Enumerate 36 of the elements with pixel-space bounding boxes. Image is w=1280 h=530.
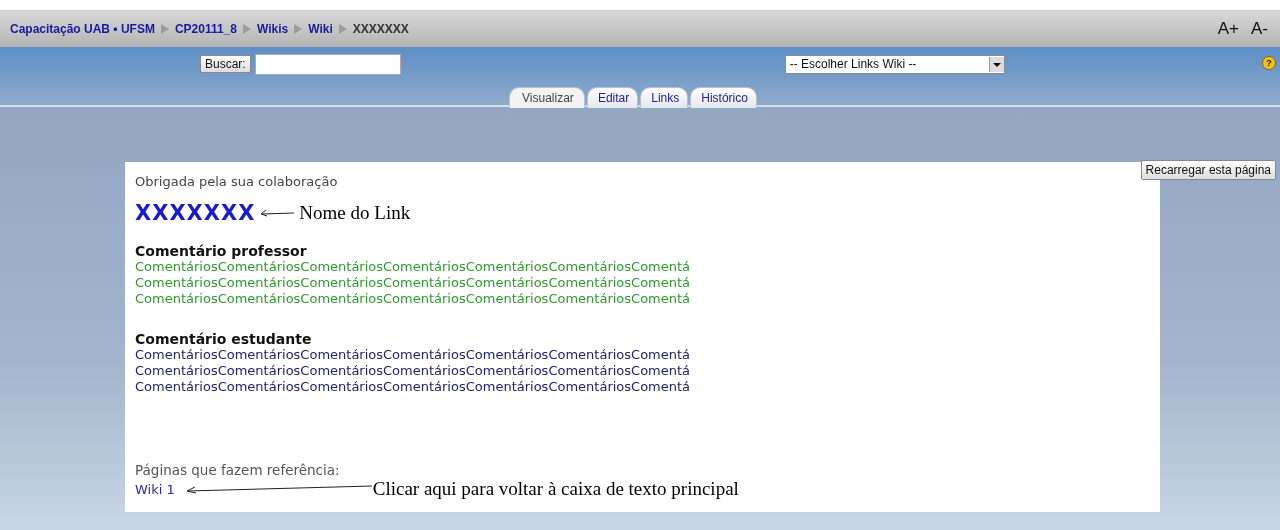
- separator-icon: [160, 24, 169, 34]
- annotation-text: Nome do Link: [299, 202, 411, 224]
- comment-text: ComentáriosComentáriosComentáriosComentáriosComentáriosComentáriosComentá: [135, 275, 692, 291]
- separator-icon: [338, 24, 347, 34]
- section-heading: Comentário estudante: [135, 331, 313, 347]
- wiki-link[interactable]: Wiki 1: [135, 481, 175, 497]
- search-button[interactable]: Buscar:: [200, 55, 251, 73]
- dropdown-caret-icon[interactable]: [988, 56, 1004, 72]
- tab[interactable]: Links: [640, 87, 689, 108]
- annotation-text: Clicar aqui para voltar à caixa de texto principal: [372, 478, 739, 500]
- breadcrumb-link[interactable]: Capacitação UAB • UFSM: [10, 22, 155, 36]
- message-text: Obrigada pela sua colaboração: [135, 174, 339, 189]
- tab[interactable]: Histórico: [690, 87, 757, 108]
- page-title-link[interactable]: XXXXXXX: [135, 201, 256, 225]
- comment-text: ComentáriosComentáriosComentáriosComentáriosComentáriosComentáriosComentá: [135, 291, 692, 307]
- separator-icon: [242, 24, 251, 34]
- reload-button[interactable]: Recarregar esta página: [1140, 160, 1276, 180]
- breadcrumb-current: XXXXXXX: [352, 22, 409, 36]
- font-size-control[interactable]: A-: [1251, 19, 1268, 39]
- font-size-control[interactable]: A+: [1217, 19, 1239, 39]
- comment-text: ComentáriosComentáriosComentáriosComentáriosComentáriosComentáriosComentá: [135, 379, 692, 395]
- tab[interactable]: Editar: [586, 87, 639, 108]
- search-field[interactable]: [254, 53, 401, 75]
- references-label: Páginas que fazem referência:: [135, 462, 341, 478]
- comment-text: ComentáriosComentáriosComentáriosComentáriosComentáriosComentáriosComentá: [135, 259, 692, 275]
- help-button[interactable]: ?: [1262, 56, 1276, 70]
- comment-text: ComentáriosComentáriosComentáriosComentáriosComentáriosComentáriosComentá: [135, 363, 692, 379]
- comment-text: ComentáriosComentáriosComentáriosComentáriosComentáriosComentáriosComentá: [135, 347, 692, 363]
- links-dropdown[interactable]: -- Escolher Links Wiki --: [784, 54, 1005, 74]
- breadcrumb-link[interactable]: Wikis: [256, 22, 289, 36]
- breadcrumb-link[interactable]: CP20111_8: [174, 22, 237, 36]
- section-heading: Comentário professor: [135, 243, 308, 259]
- arrow-icon: [259, 208, 296, 218]
- tab[interactable]: Visualizar: [509, 87, 585, 108]
- separator-icon: [294, 24, 303, 34]
- breadcrumb-link[interactable]: Wiki: [308, 22, 333, 36]
